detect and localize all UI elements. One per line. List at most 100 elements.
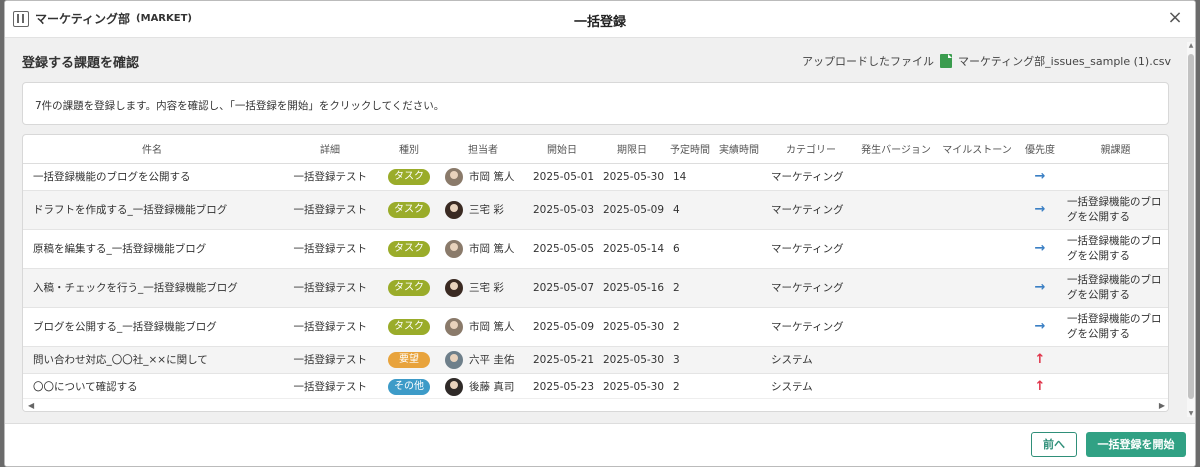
actual-hours	[713, 346, 765, 374]
issue-summary: 一括登録機能のブログを公開する	[23, 163, 281, 191]
milestone	[935, 373, 1019, 401]
assignee-name: 六平 圭佑	[469, 354, 515, 366]
actual-hours	[713, 190, 765, 230]
table-row: ブログを公開する_一括登録機能ブログ 一括登録テスト タスク 市岡 篤人 2025-05…	[23, 307, 1168, 347]
column-header: 親課題	[1061, 135, 1168, 164]
assignee-name: 三宅 彩	[469, 204, 504, 216]
column-header: 予定時間	[667, 135, 713, 164]
estimated-hours: 2	[667, 307, 713, 347]
column-header: 実績時間	[713, 135, 765, 164]
scroll-right-icon[interactable]: ▶	[1159, 401, 1165, 410]
priority-normal-icon: →	[1034, 169, 1046, 184]
due-date: 2025-05-09	[597, 190, 667, 230]
avatar	[445, 317, 463, 336]
assignee: 三宅 彩	[445, 200, 521, 219]
version	[857, 190, 935, 230]
column-header: 期限日	[597, 135, 667, 164]
avatar	[445, 350, 463, 369]
category: マーケティング	[765, 229, 857, 269]
estimated-hours: 2	[667, 373, 713, 401]
scrollbar-thumb[interactable]	[1188, 54, 1194, 399]
issue-type-badge: タスク	[388, 240, 430, 257]
actual-hours	[713, 229, 765, 269]
dialog-header: マーケティング部 (MARKET) 一括登録 ×	[5, 1, 1195, 38]
scroll-left-icon[interactable]: ◀	[28, 401, 34, 410]
uploaded-file-info: アップロードしたファイル マーケティング部_issues_sample (1).…	[802, 53, 1171, 69]
issue-summary: 〇〇について確認する	[23, 373, 281, 401]
due-date: 2025-05-30	[597, 163, 667, 191]
priority-high-icon: ↑	[1034, 352, 1046, 367]
table-row: ドラフトを作成する_一括登録機能ブログ 一括登録テスト タスク 三宅 彩 2025-05…	[23, 190, 1168, 230]
milestone	[935, 307, 1019, 347]
issues-table: 件名 詳細 種別 担当者 開始日 期限日 予定時間 実績時間 カテゴリー 発生バージョン マイルスト…	[23, 135, 1168, 401]
issue-detail: 一括登録テスト	[281, 229, 379, 269]
start-bulk-register-button[interactable]: 一括登録を開始	[1086, 432, 1186, 457]
scroll-up-icon[interactable]: ▲	[1187, 42, 1195, 49]
issue-detail: 一括登録テスト	[281, 346, 379, 374]
priority-normal-icon: →	[1034, 241, 1046, 256]
start-date: 2025-05-21	[527, 346, 597, 374]
uploaded-file-name: マーケティング部_issues_sample (1).csv	[958, 55, 1171, 68]
category: システム	[765, 373, 857, 401]
assignee: 市岡 篤人	[445, 167, 521, 186]
confirmation-notice: 7件の課題を登録します。内容を確認し、「一括登録を開始」をクリックしてください。	[22, 82, 1169, 125]
start-date: 2025-05-07	[527, 268, 597, 308]
version	[857, 307, 935, 347]
priority-normal-icon: →	[1034, 280, 1046, 295]
column-header: 担当者	[439, 135, 527, 164]
assignee: 後藤 真司	[445, 377, 521, 396]
actual-hours	[713, 163, 765, 191]
dialog-title: 一括登録	[573, 15, 626, 30]
actual-hours	[713, 307, 765, 347]
parent-issue	[1061, 373, 1168, 401]
issue-detail: 一括登録テスト	[281, 163, 379, 191]
assignee-name: 後藤 真司	[469, 381, 515, 393]
issue-type-badge: タスク	[388, 279, 430, 296]
column-header: 件名	[23, 135, 281, 164]
milestone	[935, 163, 1019, 191]
issue-type-badge: タスク	[388, 318, 430, 335]
parent-issue	[1061, 346, 1168, 374]
close-icon[interactable]: ×	[1165, 8, 1185, 28]
column-header: 詳細	[281, 135, 379, 164]
avatar	[445, 278, 463, 297]
assignee: 市岡 篤人	[445, 317, 521, 336]
start-date: 2025-05-23	[527, 373, 597, 401]
milestone	[935, 190, 1019, 230]
issue-detail: 一括登録テスト	[281, 373, 379, 401]
table-row: 原稿を編集する_一括登録機能ブログ 一括登録テスト タスク 市岡 篤人 2025-05-…	[23, 229, 1168, 269]
scroll-down-icon[interactable]: ▼	[1187, 410, 1195, 417]
issue-type-badge: タスク	[388, 168, 430, 185]
issues-table-container[interactable]: 件名 詳細 種別 担当者 開始日 期限日 予定時間 実績時間 カテゴリー 発生バージョン マイルスト…	[22, 134, 1169, 412]
back-button[interactable]: 前へ	[1031, 432, 1077, 457]
estimated-hours: 14	[667, 163, 713, 191]
category: マーケティング	[765, 190, 857, 230]
vertical-scrollbar[interactable]: ▲ ▼	[1187, 42, 1195, 417]
parent-issue: 一括登録機能のブログを公開する	[1061, 307, 1168, 347]
issue-detail: 一括登録テスト	[281, 190, 379, 230]
table-body: 一括登録機能のブログを公開する 一括登録テスト タスク 市岡 篤人 2025-05-01…	[23, 163, 1168, 401]
due-date: 2025-05-30	[597, 307, 667, 347]
avatar	[445, 200, 463, 219]
avatar	[445, 377, 463, 396]
horizontal-scrollbar[interactable]: ◀ ▶	[23, 398, 1168, 411]
category: マーケティング	[765, 163, 857, 191]
version	[857, 163, 935, 191]
table-header-row: 件名 詳細 種別 担当者 開始日 期限日 予定時間 実績時間 カテゴリー 発生バージョン マイルスト…	[23, 135, 1168, 164]
issue-summary: ドラフトを作成する_一括登録機能ブログ	[23, 190, 281, 230]
issue-detail: 一括登録テスト	[281, 268, 379, 308]
assignee: 市岡 篤人	[445, 239, 521, 258]
issue-summary: ブログを公開する_一括登録機能ブログ	[23, 307, 281, 347]
column-header: 開始日	[527, 135, 597, 164]
column-header: マイルストーン	[935, 135, 1019, 164]
avatar	[445, 239, 463, 258]
milestone	[935, 346, 1019, 374]
uploaded-file-label: アップロードしたファイル	[802, 55, 935, 68]
actual-hours	[713, 268, 765, 308]
estimated-hours: 6	[667, 229, 713, 269]
milestone	[935, 268, 1019, 308]
csv-file-icon	[940, 54, 953, 68]
table-row: 問い合わせ対応_〇〇社_××に関して 一括登録テスト 要望 六平 圭佑 2025-05-…	[23, 346, 1168, 374]
issue-type-badge: 要望	[388, 351, 430, 368]
dialog-body: 登録する課題を確認 アップロードしたファイル マーケティング部_issues_s…	[5, 38, 1195, 423]
